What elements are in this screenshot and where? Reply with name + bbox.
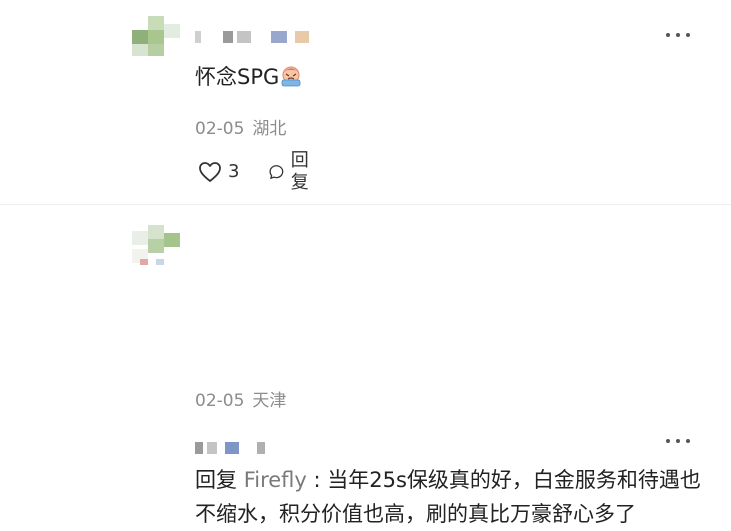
more-dots-icon[interactable] — [665, 32, 691, 40]
like-count: 3 — [228, 161, 240, 182]
avatar[interactable] — [132, 12, 184, 56]
comment-meta: 02-05 天津 — [195, 390, 286, 412]
teary-face-emoji-icon — [281, 66, 301, 87]
chat-bubble-icon — [269, 165, 284, 179]
reply-button[interactable]: 回复 — [268, 150, 316, 193]
comment-item: 回复 Firefly : 当年25s保级真的好，白金服务和待遇也不缩水，积分价值… — [0, 205, 731, 526]
reply-label: 回复 — [290, 150, 309, 193]
reply-prefix: 回复 — [195, 468, 237, 492]
username[interactable] — [195, 437, 285, 459]
comment-text: 回复 Firefly : 当年25s保级真的好，白金服务和待遇也不缩水，积分价值… — [195, 463, 715, 531]
mention-link[interactable]: Firefly — [244, 468, 307, 492]
comment-body: 怀念SPG — [195, 65, 280, 89]
comment-date: 02-05 — [195, 119, 245, 139]
comment-item: 怀念SPG 02-05 湖北 3 回复 — [0, 0, 731, 205]
comment-text: 怀念SPG — [195, 60, 495, 94]
avatar[interactable] — [132, 225, 184, 269]
comment-date: 02-05 — [195, 391, 245, 411]
mention-separator: : — [306, 468, 328, 492]
comment-meta: 02-05 湖北 — [195, 118, 286, 140]
heart-icon — [199, 162, 221, 182]
comment-location: 天津 — [252, 391, 287, 411]
username[interactable] — [195, 26, 345, 48]
more-dots-icon[interactable] — [665, 438, 691, 446]
comment-location: 湖北 — [252, 119, 287, 139]
like-button[interactable]: 3 — [198, 159, 239, 185]
